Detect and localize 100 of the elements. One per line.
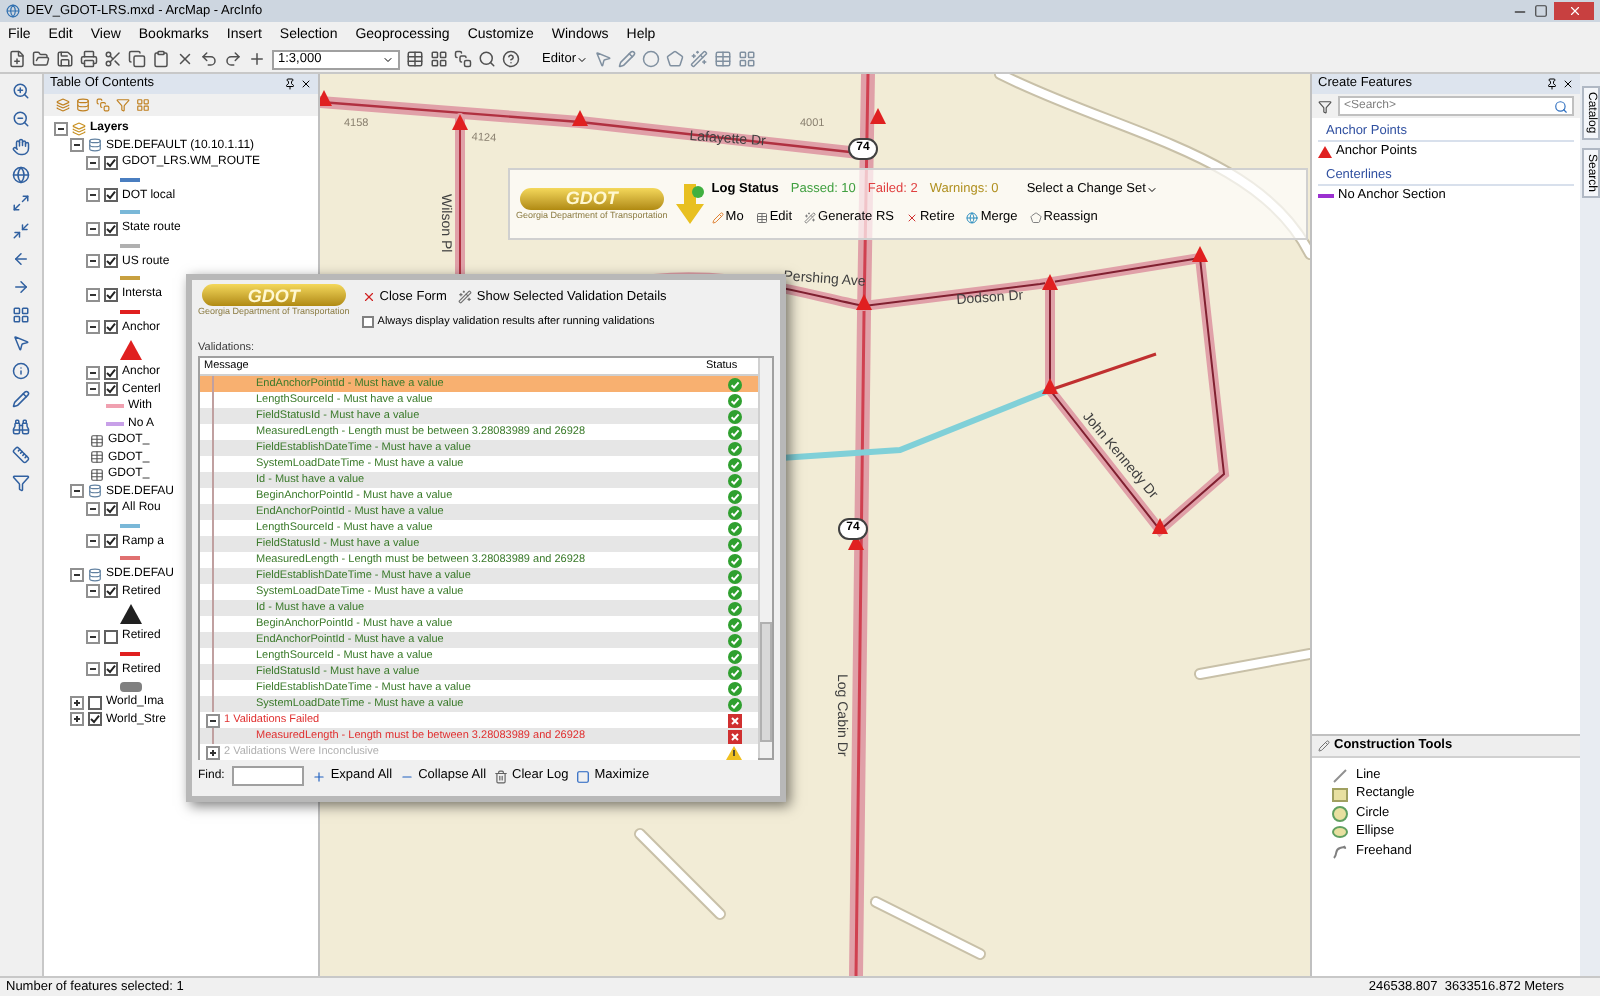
layer-checkbox[interactable] bbox=[104, 382, 118, 397]
info-icon[interactable] bbox=[12, 362, 30, 380]
collapse-icon[interactable] bbox=[86, 382, 100, 397]
printer-icon[interactable] bbox=[80, 50, 98, 68]
layer-checkbox[interactable] bbox=[104, 320, 118, 335]
layers-icon bbox=[72, 121, 86, 136]
warning-icon bbox=[726, 745, 742, 759]
search-icon[interactable] bbox=[1554, 99, 1568, 113]
layer-checkbox[interactable] bbox=[104, 254, 118, 269]
grid-icon[interactable] bbox=[12, 306, 30, 324]
expand-icon[interactable] bbox=[12, 194, 30, 212]
zoom-out-icon[interactable] bbox=[12, 110, 30, 128]
layer-checkbox[interactable] bbox=[104, 501, 118, 516]
table-icon[interactable] bbox=[406, 50, 424, 68]
globe-icon[interactable] bbox=[12, 166, 30, 184]
pencil-icon[interactable] bbox=[617, 50, 636, 68]
filter-icon[interactable] bbox=[1318, 99, 1332, 113]
ruler-icon[interactable] bbox=[12, 446, 30, 464]
pencil-icon[interactable] bbox=[12, 390, 30, 408]
layer-checkbox[interactable] bbox=[104, 584, 118, 599]
binoculars-icon[interactable] bbox=[12, 418, 30, 436]
collapse-icon[interactable] bbox=[86, 155, 100, 170]
add-data-icon[interactable] bbox=[248, 50, 266, 68]
collapse-icon[interactable] bbox=[70, 484, 84, 499]
caret-icon bbox=[382, 53, 394, 65]
search-icon[interactable] bbox=[478, 50, 496, 68]
anchor-point-marker[interactable] bbox=[1152, 518, 1168, 534]
layer-checkbox[interactable] bbox=[104, 155, 118, 170]
list-icon[interactable] bbox=[56, 98, 70, 112]
anchor-point-marker[interactable] bbox=[572, 110, 588, 126]
grid-icon[interactable] bbox=[430, 50, 448, 68]
local-road bbox=[870, 896, 986, 960]
layer-checkbox[interactable] bbox=[104, 629, 118, 644]
collapse-icon[interactable] bbox=[86, 534, 100, 549]
pointer-icon[interactable] bbox=[12, 334, 30, 352]
scrollbar[interactable] bbox=[758, 358, 772, 758]
database-icon[interactable] bbox=[76, 98, 90, 112]
save-icon[interactable] bbox=[56, 50, 74, 68]
cut-icon[interactable] bbox=[104, 50, 122, 68]
collapse-icon[interactable] bbox=[86, 287, 100, 302]
maximize-icon[interactable] bbox=[1534, 4, 1548, 18]
layer-checkbox[interactable] bbox=[104, 365, 118, 380]
copy-icon[interactable] bbox=[128, 50, 146, 68]
close-button[interactable] bbox=[1554, 2, 1594, 20]
collapse-icon[interactable] bbox=[54, 121, 68, 136]
expand-icon[interactable] bbox=[70, 695, 84, 710]
collapse-icon[interactable] bbox=[86, 629, 100, 644]
close-icon[interactable] bbox=[300, 78, 312, 90]
filter-icon[interactable] bbox=[116, 98, 130, 112]
collapse-icon[interactable] bbox=[206, 713, 220, 727]
delete-icon[interactable] bbox=[176, 50, 194, 68]
expand-icon[interactable] bbox=[70, 712, 84, 727]
layer-checkbox[interactable] bbox=[104, 287, 118, 302]
anchor-point-marker[interactable] bbox=[856, 294, 872, 310]
layer-checkbox[interactable] bbox=[104, 221, 118, 236]
expand-icon[interactable] bbox=[206, 745, 220, 759]
redo-icon[interactable] bbox=[224, 50, 242, 68]
new-file-icon[interactable] bbox=[8, 50, 26, 68]
filter-icon[interactable] bbox=[12, 474, 30, 492]
anchor-point-marker[interactable] bbox=[452, 114, 468, 130]
layer-checkbox[interactable] bbox=[104, 534, 118, 549]
circle-icon[interactable] bbox=[641, 50, 660, 68]
collapse-icon[interactable] bbox=[70, 567, 84, 582]
close-icon[interactable] bbox=[1562, 78, 1574, 90]
freehand-icon bbox=[1332, 843, 1348, 860]
collapse-icon[interactable] bbox=[86, 188, 100, 203]
wand-icon[interactable] bbox=[689, 50, 708, 68]
collapse-icon[interactable] bbox=[86, 254, 100, 269]
collapse-icon[interactable] bbox=[86, 584, 100, 599]
collapse-icon[interactable] bbox=[86, 221, 100, 236]
collapse-icon[interactable] bbox=[70, 138, 84, 153]
collapse-icon[interactable] bbox=[86, 365, 100, 380]
shape-icon[interactable] bbox=[665, 50, 684, 68]
layer-checkbox[interactable] bbox=[88, 712, 102, 727]
paste-icon[interactable] bbox=[152, 50, 170, 68]
collapse-icon[interactable] bbox=[86, 501, 100, 516]
find-field[interactable] bbox=[232, 766, 305, 786]
collapse-icon[interactable] bbox=[86, 662, 100, 677]
back-icon[interactable] bbox=[12, 250, 30, 268]
trash-icon bbox=[494, 769, 509, 783]
layers-icon[interactable] bbox=[454, 50, 472, 68]
pointer-icon[interactable] bbox=[593, 50, 612, 68]
anchor-point-marker[interactable] bbox=[1042, 274, 1058, 290]
always-display-checkbox[interactable] bbox=[361, 315, 374, 328]
collapse-icon[interactable] bbox=[86, 320, 100, 335]
pan-icon[interactable] bbox=[12, 138, 30, 156]
shrink-icon[interactable] bbox=[12, 222, 30, 240]
pin-icon[interactable] bbox=[1546, 78, 1558, 90]
layer-checkbox[interactable] bbox=[104, 188, 118, 203]
undo-icon[interactable] bbox=[200, 50, 218, 68]
layer-checkbox[interactable] bbox=[88, 695, 102, 710]
pin-icon[interactable] bbox=[284, 78, 296, 90]
forward-icon[interactable] bbox=[12, 278, 30, 296]
anchor-point-marker[interactable] bbox=[870, 108, 886, 124]
anchor-point-marker[interactable] bbox=[1192, 246, 1208, 262]
folder-icon[interactable] bbox=[32, 50, 50, 68]
anchor-point-marker[interactable] bbox=[1042, 378, 1058, 394]
layer-checkbox[interactable] bbox=[104, 662, 118, 677]
zoom-in-icon[interactable] bbox=[12, 82, 30, 100]
help-icon[interactable] bbox=[502, 50, 520, 68]
